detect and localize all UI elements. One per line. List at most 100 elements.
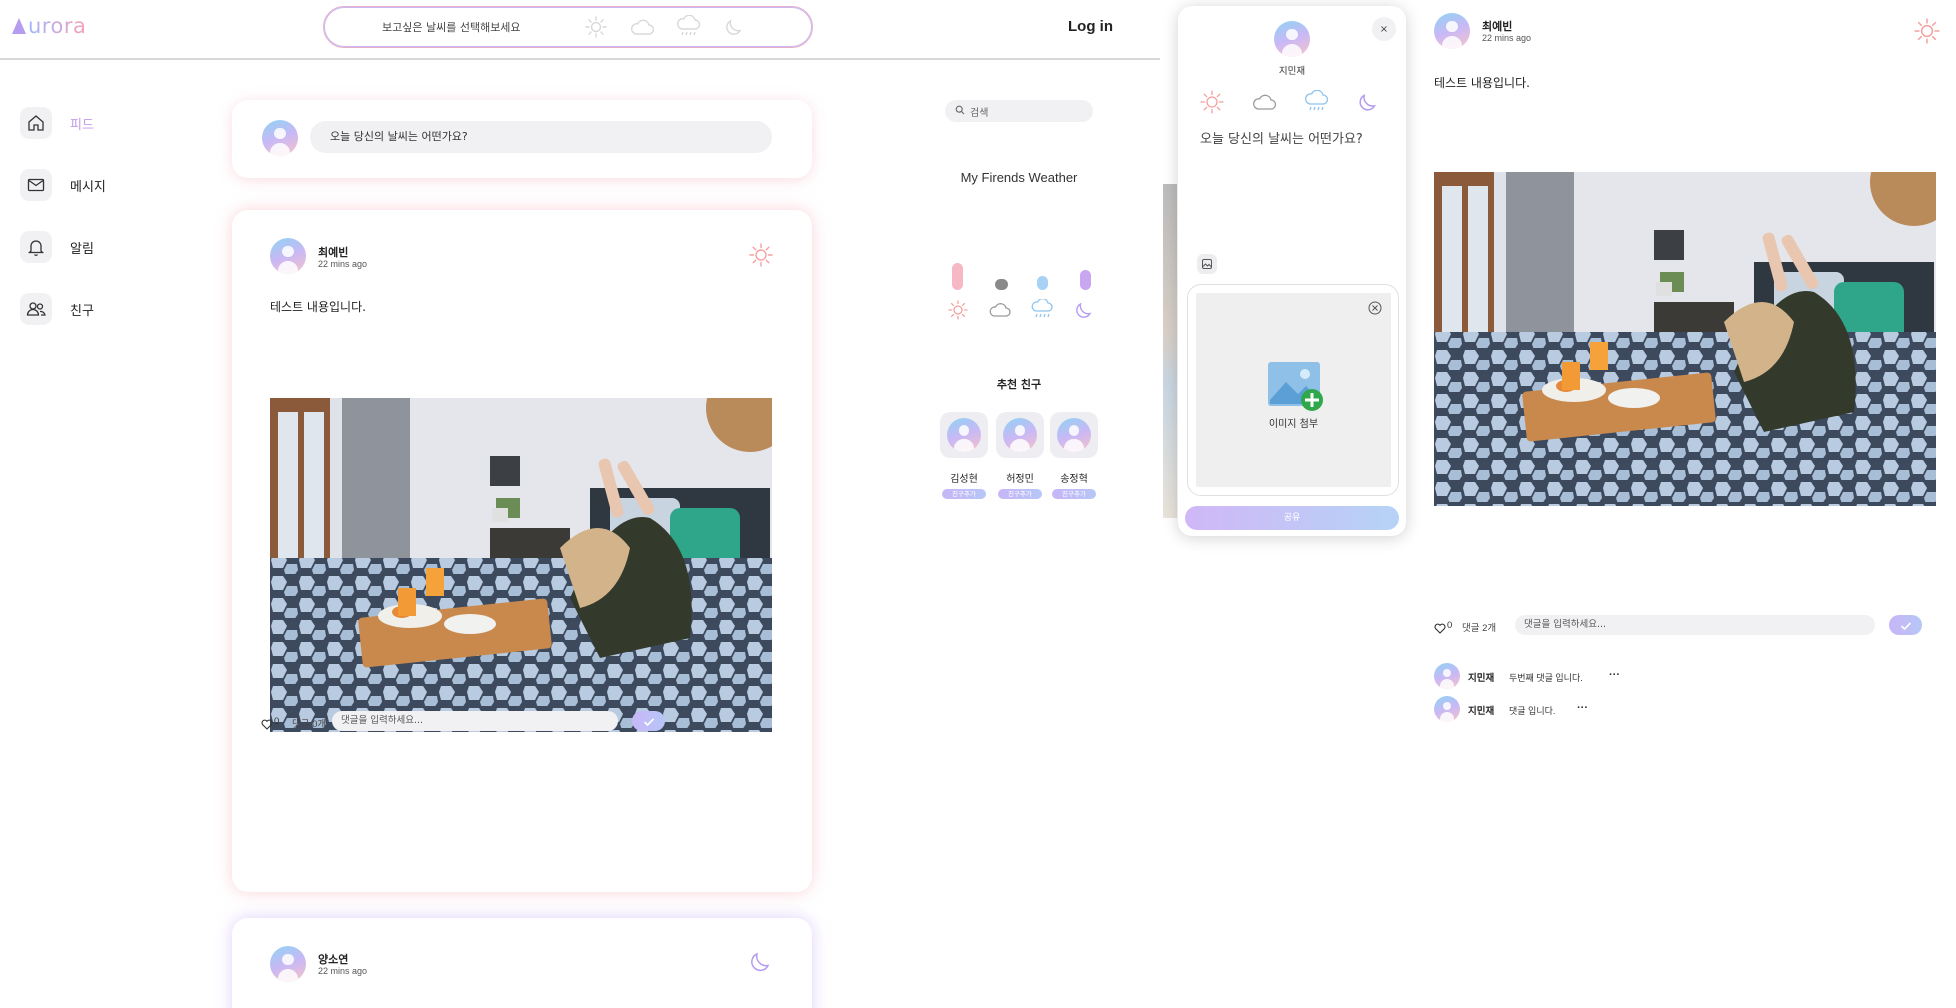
friends-weather-title: My Firends Weather bbox=[960, 170, 1078, 185]
comment-author[interactable]: 지민재 bbox=[1468, 703, 1494, 717]
remove-image-icon[interactable] bbox=[1368, 300, 1382, 315]
rain-icon[interactable] bbox=[671, 13, 705, 41]
moon-icon[interactable] bbox=[1352, 88, 1384, 116]
avatar bbox=[947, 418, 981, 452]
friend-tile bbox=[1050, 412, 1098, 458]
post-time: 22 mins ago bbox=[318, 966, 368, 976]
logo-text: urora bbox=[28, 14, 87, 38]
modal-backdrop bbox=[1163, 184, 1177, 518]
avatar bbox=[262, 120, 298, 156]
bell-icon bbox=[20, 231, 52, 263]
recommended-friend[interactable]: 허정민 친구추가 bbox=[996, 412, 1044, 499]
rain-icon bbox=[1030, 298, 1054, 322]
sidebar-item-notifications[interactable]: 알림 bbox=[20, 224, 180, 270]
post-author[interactable]: 양소연 bbox=[318, 951, 348, 967]
avatar[interactable] bbox=[270, 238, 306, 274]
sun-icon bbox=[946, 298, 970, 322]
recommended-friend[interactable]: 송정혁 친구추가 bbox=[1050, 412, 1098, 499]
sidebar-item-friends[interactable]: 친구 bbox=[20, 286, 180, 332]
avatar[interactable] bbox=[1434, 13, 1470, 49]
post-detail-panel: 최예빈 22 mins ago 테스트 내용입니다. 0 댓글 2개 댓글을 입… bbox=[1425, 0, 1956, 1008]
comment-text: 댓글 입니다. bbox=[1509, 706, 1556, 716]
comment-input[interactable]: 댓글을 입력하세요... bbox=[1515, 615, 1875, 635]
mail-icon bbox=[20, 169, 52, 201]
recommended-friend[interactable]: 김성현 친구추가 bbox=[940, 412, 988, 499]
close-button[interactable]: × bbox=[1372, 17, 1396, 41]
search-input[interactable]: 검색 bbox=[945, 100, 1093, 122]
friends-weather-chart bbox=[940, 250, 1100, 290]
gallery-icon[interactable] bbox=[1197, 254, 1217, 274]
avatar[interactable] bbox=[1434, 663, 1460, 689]
heart-icon[interactable] bbox=[1434, 619, 1446, 638]
sidebar-item-feed[interactable]: 피드 bbox=[20, 100, 180, 146]
post-image[interactable] bbox=[1434, 172, 1936, 506]
home-icon bbox=[20, 107, 52, 139]
add-friend-button[interactable]: 친구추가 bbox=[1052, 489, 1096, 499]
avatar bbox=[1003, 418, 1037, 452]
weather-level-bar bbox=[995, 279, 1008, 290]
post-image[interactable] bbox=[270, 398, 772, 732]
post-time: 22 mins ago bbox=[318, 259, 368, 269]
sun-icon[interactable] bbox=[1196, 88, 1228, 116]
comment-item: 지민재 두번째 댓글 입니다. ··· bbox=[1434, 663, 1934, 689]
sidebar-nav: 피드 메시지 알림 친구 bbox=[20, 100, 180, 348]
comment-count[interactable]: 댓글 0개 bbox=[292, 716, 326, 730]
add-friend-button[interactable]: 친구추가 bbox=[942, 489, 986, 499]
sidebar-item-label: 알림 bbox=[70, 241, 94, 257]
aurora-logo[interactable]: urora bbox=[12, 14, 86, 38]
rain-icon[interactable] bbox=[1300, 88, 1332, 116]
search-placeholder: 검색 bbox=[970, 107, 989, 119]
moon-icon bbox=[1072, 298, 1096, 322]
sidebar-item-messages[interactable]: 메시지 bbox=[20, 162, 180, 208]
more-options-icon[interactable]: ··· bbox=[1609, 669, 1620, 681]
weather-filter-bar: 보고싶은 날씨를 선택해보세요 bbox=[323, 6, 813, 48]
new-post-modal: × 지민재 오늘 당신의 날씨는 어떤가요? 이미지 첨부 공유 bbox=[1178, 6, 1406, 536]
composer-input[interactable]: 오늘 당신의 날씨는 어떤가요? bbox=[310, 121, 772, 153]
feed-post: 최예빈 22 mins ago 테스트 내용입니다. 0 댓글 0개 댓글을 입… bbox=[232, 210, 812, 892]
post-time: 22 mins ago bbox=[1482, 33, 1532, 43]
friend-name: 김성현 bbox=[950, 474, 978, 485]
friends-weather-icons bbox=[940, 298, 1100, 324]
sidebar-item-label: 피드 bbox=[70, 117, 94, 133]
image-upload-dropzone[interactable]: 이미지 첨부 bbox=[1196, 293, 1391, 487]
send-comment-button[interactable] bbox=[632, 711, 665, 731]
weather-filter-prompt: 보고싶은 날씨를 선택해보세요 bbox=[382, 21, 521, 34]
recommended-friends-title: 추천 친구 bbox=[996, 378, 1042, 391]
image-upload-area[interactable]: 이미지 첨부 bbox=[1187, 284, 1399, 496]
moon-icon bbox=[748, 948, 774, 978]
cloud-icon[interactable] bbox=[625, 13, 659, 41]
post-author[interactable]: 최예빈 bbox=[1482, 18, 1512, 34]
cloud-icon bbox=[988, 298, 1012, 322]
sun-icon bbox=[1913, 17, 1941, 49]
check-icon bbox=[643, 712, 655, 731]
comment-count[interactable]: 댓글 2개 bbox=[1462, 620, 1496, 634]
weather-level-bar bbox=[952, 263, 963, 290]
more-options-icon[interactable]: ··· bbox=[1577, 702, 1588, 714]
sidebar-item-label: 친구 bbox=[70, 303, 94, 319]
modal-post-textarea[interactable]: 오늘 당신의 날씨는 어떤가요? bbox=[1200, 132, 1390, 147]
sidebar-item-label: 메시지 bbox=[70, 179, 106, 195]
post-body: 테스트 내용입니다. bbox=[1434, 76, 1530, 90]
heart-icon[interactable] bbox=[261, 715, 273, 734]
friend-name: 허정민 bbox=[1006, 474, 1034, 485]
post-author[interactable]: 최예빈 bbox=[318, 244, 348, 260]
send-comment-button[interactable] bbox=[1889, 615, 1922, 635]
comment-input[interactable]: 댓글을 입력하세요... bbox=[332, 711, 618, 731]
avatar bbox=[1057, 418, 1091, 452]
avatar[interactable] bbox=[270, 946, 306, 982]
like-count: 0 bbox=[274, 716, 280, 727]
friends-icon bbox=[20, 293, 52, 325]
login-link[interactable]: Log in bbox=[1068, 18, 1113, 35]
like-count: 0 bbox=[1447, 620, 1453, 631]
friend-tile bbox=[940, 412, 988, 458]
cloud-icon[interactable] bbox=[1248, 88, 1280, 116]
share-button[interactable]: 공유 bbox=[1185, 506, 1399, 530]
post-body: 테스트 내용입니다. bbox=[270, 300, 366, 314]
sun-icon[interactable] bbox=[579, 13, 613, 41]
avatar[interactable] bbox=[1434, 696, 1460, 722]
comment-author[interactable]: 지민재 bbox=[1468, 670, 1494, 684]
moon-icon[interactable] bbox=[717, 13, 751, 41]
top-header: urora 보고싶은 날씨를 선택해보세요 Log in bbox=[0, 0, 1160, 60]
add-friend-button[interactable]: 친구추가 bbox=[998, 489, 1042, 499]
comment-item: 지민재 댓글 입니다. ··· bbox=[1434, 696, 1934, 722]
